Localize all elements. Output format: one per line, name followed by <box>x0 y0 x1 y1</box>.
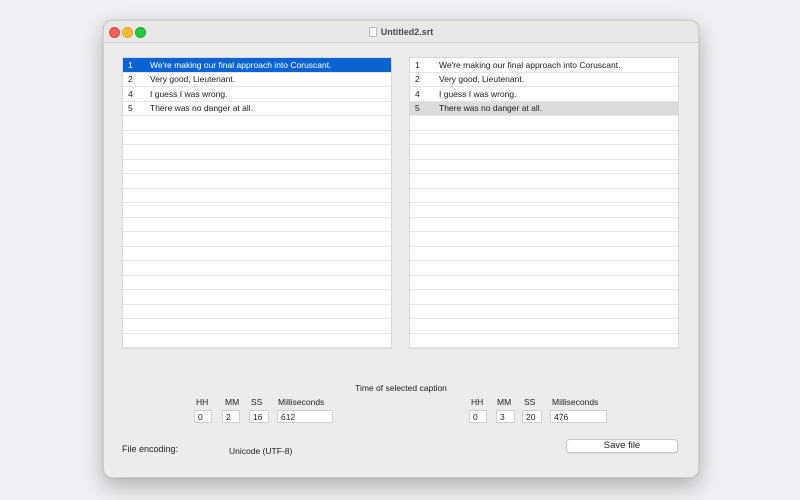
empty-row <box>410 189 678 203</box>
empty-row <box>123 261 391 276</box>
empty-row <box>123 232 391 247</box>
left-hh-field[interactable]: 0 <box>194 410 212 423</box>
empty-row <box>410 247 678 261</box>
empty-row <box>123 319 391 334</box>
empty-row <box>123 334 391 348</box>
empty-row <box>410 160 678 174</box>
left-hh-label: HH <box>196 397 209 407</box>
caption-text: We're making our final approach into Cor… <box>150 59 332 70</box>
empty-row <box>410 276 678 290</box>
document-icon <box>368 26 377 37</box>
empty-row <box>410 261 678 276</box>
caption-row[interactable]: 5 There was no danger at all. <box>410 101 678 116</box>
file-encoding-value[interactable]: Unicode (UTF-8) <box>229 446 292 456</box>
empty-row <box>123 305 391 319</box>
caption-text: There was no danger at all. <box>439 103 543 114</box>
right-ss-label: SS <box>524 397 536 407</box>
empty-row <box>123 116 391 131</box>
empty-row <box>410 232 678 247</box>
empty-row <box>123 276 391 290</box>
left-ss-field[interactable]: 16 <box>249 410 269 423</box>
caption-number: 5 <box>128 103 133 114</box>
empty-row <box>410 334 678 348</box>
right-caption-list[interactable]: 1 We're making our final approach into Co… <box>409 57 679 349</box>
caption-text: Very good, Lieutenant. <box>439 74 525 85</box>
empty-row <box>123 203 391 218</box>
caption-text: Very good, Lieutenant. <box>150 74 236 85</box>
app-window: Untitled2.srt 1 We're making our final ap… <box>103 20 699 478</box>
empty-row <box>123 145 391 160</box>
caption-text: I guess I was wrong. <box>439 88 517 99</box>
caption-number: 1 <box>415 59 420 70</box>
empty-row <box>410 174 678 189</box>
empty-row <box>410 319 678 334</box>
caption-row[interactable]: 4 I guess I was wrong. <box>123 87 391 102</box>
left-ms-label: Milliseconds <box>278 397 325 407</box>
empty-row <box>410 116 678 131</box>
empty-row <box>123 131 391 145</box>
empty-row <box>123 247 391 261</box>
caption-row[interactable]: 1 We're making our final approach into Co… <box>410 58 678 73</box>
empty-row <box>123 160 391 174</box>
caption-row[interactable]: 2 Very good, Lieutenant. <box>123 73 391 87</box>
empty-row <box>123 174 391 189</box>
right-ms-field[interactable]: 476 <box>550 410 607 423</box>
caption-row[interactable]: 1 We're making our final approach into Co… <box>123 58 391 73</box>
empty-row <box>123 189 391 203</box>
right-hh-field[interactable]: 0 <box>469 410 487 423</box>
caption-number: 4 <box>415 88 420 99</box>
caption-row[interactable]: 5 There was no danger at all. <box>123 102 391 116</box>
right-hh-label: HH <box>471 397 484 407</box>
time-section-title: Time of selected caption <box>355 383 447 393</box>
caption-number: 5 <box>415 103 420 114</box>
left-mm-field[interactable]: 2 <box>222 410 240 423</box>
caption-text: I guess I was wrong. <box>150 88 228 99</box>
caption-row[interactable]: 4 I guess I was wrong. <box>410 87 678 102</box>
empty-row <box>410 218 678 232</box>
caption-number: 2 <box>415 74 420 85</box>
left-mm-label: MM <box>225 397 240 407</box>
caption-text: There was no danger at all. <box>150 103 254 114</box>
right-ms-label: Milliseconds <box>552 397 599 407</box>
file-encoding-label: File encoding: <box>122 444 179 454</box>
right-mm-label: MM <box>497 397 512 407</box>
save-file-button[interactable]: Save file <box>566 439 678 453</box>
caption-number: 4 <box>128 88 133 99</box>
right-mm-field[interactable]: 3 <box>496 410 515 423</box>
empty-row <box>410 145 678 160</box>
empty-row <box>410 290 678 305</box>
left-caption-list[interactable]: 1 We're making our final approach into Co… <box>122 57 392 349</box>
window-title: Untitled2.srt <box>380 26 434 37</box>
caption-row[interactable]: 2 Very good, Lieutenant. <box>410 73 678 87</box>
empty-row <box>123 218 391 232</box>
caption-number: 2 <box>128 74 133 85</box>
empty-row <box>410 131 678 145</box>
empty-row <box>123 290 391 305</box>
window-title-group: Untitled2.srt <box>104 21 698 42</box>
caption-text: We're making our final approach into Cor… <box>439 59 621 70</box>
left-ms-field[interactable]: 612 <box>277 410 333 423</box>
left-ss-label: SS <box>251 397 263 407</box>
title-bar: Untitled2.srt <box>104 21 698 43</box>
empty-row <box>410 203 678 218</box>
right-ss-field[interactable]: 20 <box>522 410 542 423</box>
caption-number: 1 <box>128 59 133 70</box>
empty-row <box>410 305 678 319</box>
